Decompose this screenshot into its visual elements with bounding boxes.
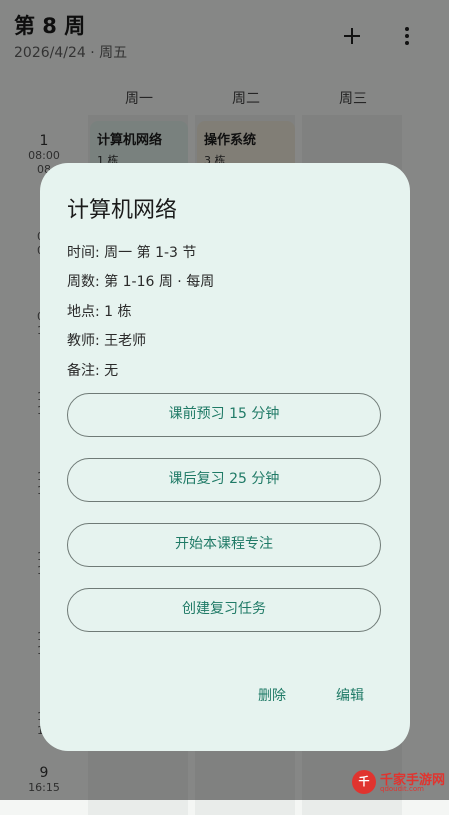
edit-button[interactable]: 编辑 xyxy=(336,685,364,705)
info-location: 地点: 1 栋 xyxy=(67,304,132,320)
create-review-task-button[interactable]: 创建复习任务 xyxy=(67,588,381,632)
info-notes: 备注: 无 xyxy=(67,363,119,379)
review-button[interactable]: 课后复习 25 分钟 xyxy=(67,458,381,502)
dialog-title: 计算机网络 xyxy=(67,198,178,223)
info-teacher: 教师: 王老师 xyxy=(67,333,147,349)
info-time: 时间: 周一 第 1-3 节 xyxy=(67,245,197,261)
watermark-sub: qdoudit.com xyxy=(380,785,424,793)
watermark: 千 千家手游网 qdoudit.com xyxy=(352,768,446,798)
start-focus-button[interactable]: 开始本课程专注 xyxy=(67,523,381,567)
delete-button[interactable]: 删除 xyxy=(258,685,286,705)
info-weeks: 周数: 第 1-16 周 · 每周 xyxy=(67,274,215,290)
preview-button[interactable]: 课前预习 15 分钟 xyxy=(67,393,381,437)
watermark-logo: 千 xyxy=(352,770,376,794)
course-detail-dialog: 计算机网络 时间: 周一 第 1-3 节 周数: 第 1-16 周 · 每周 地… xyxy=(40,163,410,751)
